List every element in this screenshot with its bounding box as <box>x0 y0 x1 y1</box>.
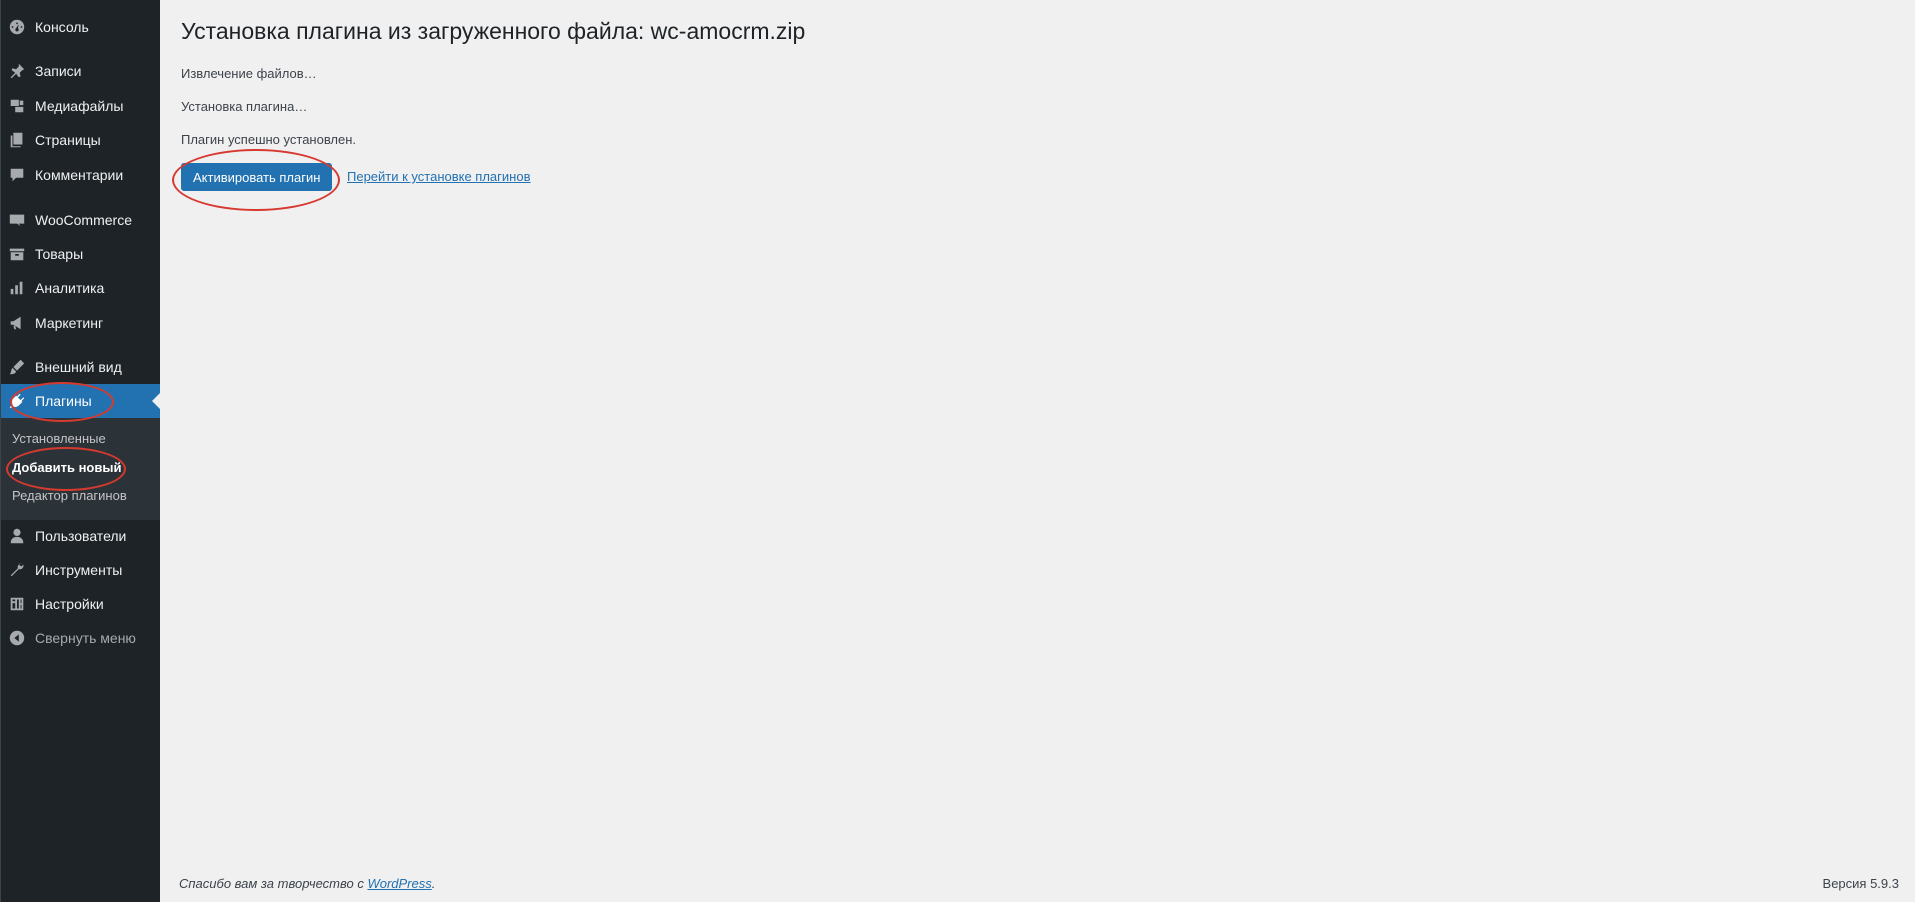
sidebar-item-label: Товары <box>35 246 84 262</box>
sidebar-item-label: Внешний вид <box>35 359 122 375</box>
footer-thanks-prefix: Спасибо вам за творчество с <box>179 876 368 891</box>
pin-icon <box>7 61 27 81</box>
settings-icon <box>7 594 27 614</box>
brush-icon <box>7 357 27 377</box>
log-line-extracting: Извлечение файлов… <box>181 66 317 81</box>
sidebar-item-label: Консоль <box>35 19 89 35</box>
products-icon <box>7 244 27 264</box>
sidebar-item-label: Маркетинг <box>35 315 104 331</box>
sidebar-item-marketing[interactable]: Маркетинг <box>1 306 160 340</box>
log-line-success: Плагин успешно установлен. <box>181 132 357 147</box>
plugins-submenu: Установленные Добавить новый Редактор пл… <box>1 418 160 520</box>
submenu-item-add-new[interactable]: Добавить новый <box>12 460 121 475</box>
sidebar-item-posts[interactable]: Записи <box>1 54 160 88</box>
sidebar-item-label: WooCommerce <box>35 212 132 228</box>
sidebar-item-label: Плагины <box>35 393 92 409</box>
wordpress-link[interactable]: WordPress <box>367 876 431 891</box>
sidebar-item-label: Комментарии <box>35 167 124 183</box>
sidebar-item-plugins[interactable]: Плагины <box>1 384 160 418</box>
sidebar-item-appearance[interactable]: Внешний вид <box>1 350 160 384</box>
comments-icon <box>7 165 27 185</box>
back-to-plugin-installer-link[interactable]: Перейти к установке плагинов <box>347 169 530 184</box>
sidebar-item-woocommerce[interactable]: WooCommerce <box>1 203 160 237</box>
footer-thanks-suffix: . <box>431 876 436 891</box>
sidebar-item-settings[interactable]: Настройки <box>1 587 160 621</box>
users-icon <box>7 526 27 546</box>
page-title: Установка плагина из загруженного файла:… <box>181 18 806 44</box>
sidebar-item-label: Инструменты <box>35 562 123 578</box>
submenu-item-installed[interactable]: Установленные <box>12 431 106 446</box>
sidebar-item-label: Пользователи <box>35 528 127 544</box>
sidebar-item-label: Аналитика <box>35 280 105 296</box>
sidebar-item-users[interactable]: Пользователи <box>1 519 160 553</box>
sidebar-item-media[interactable]: Медиафайлы <box>1 89 160 123</box>
sidebar-item-label: Записи <box>35 63 82 79</box>
footer-version: Версия 5.9.3 <box>1822 876 1899 891</box>
sidebar-item-label: Страницы <box>35 132 101 148</box>
megaphone-icon <box>7 313 27 333</box>
collapse-icon <box>7 628 27 648</box>
log-line-installing: Установка плагина… <box>181 99 308 114</box>
sidebar-item-tools[interactable]: Инструменты <box>1 553 160 587</box>
collapse-menu-button[interactable]: Свернуть меню <box>1 621 160 655</box>
woocommerce-icon <box>7 210 27 230</box>
activate-plugin-button[interactable]: Активировать плагин <box>181 163 333 191</box>
dashboard-icon <box>7 17 27 37</box>
admin-sidebar: Консоль Записи Медиафайлы Страницы Комме… <box>0 0 160 902</box>
sidebar-item-label: Настройки <box>35 596 104 612</box>
sidebar-item-analytics[interactable]: Аналитика <box>1 271 160 305</box>
wrench-icon <box>7 560 27 580</box>
pages-icon <box>7 130 27 150</box>
submenu-item-plugin-editor[interactable]: Редактор плагинов <box>12 488 127 503</box>
analytics-icon <box>7 278 27 298</box>
sidebar-item-pages[interactable]: Страницы <box>1 123 160 157</box>
sidebar-item-comments[interactable]: Комментарии <box>1 158 160 192</box>
plugin-icon <box>7 391 27 411</box>
sidebar-item-label: Медиафайлы <box>35 98 124 114</box>
media-icon <box>7 96 27 116</box>
sidebar-item-products[interactable]: Товары <box>1 237 160 271</box>
footer-thanks: Спасибо вам за творчество с WordPress. <box>179 876 435 891</box>
sidebar-item-dashboard[interactable]: Консоль <box>1 10 160 44</box>
sidebar-item-label: Свернуть меню <box>35 630 136 646</box>
